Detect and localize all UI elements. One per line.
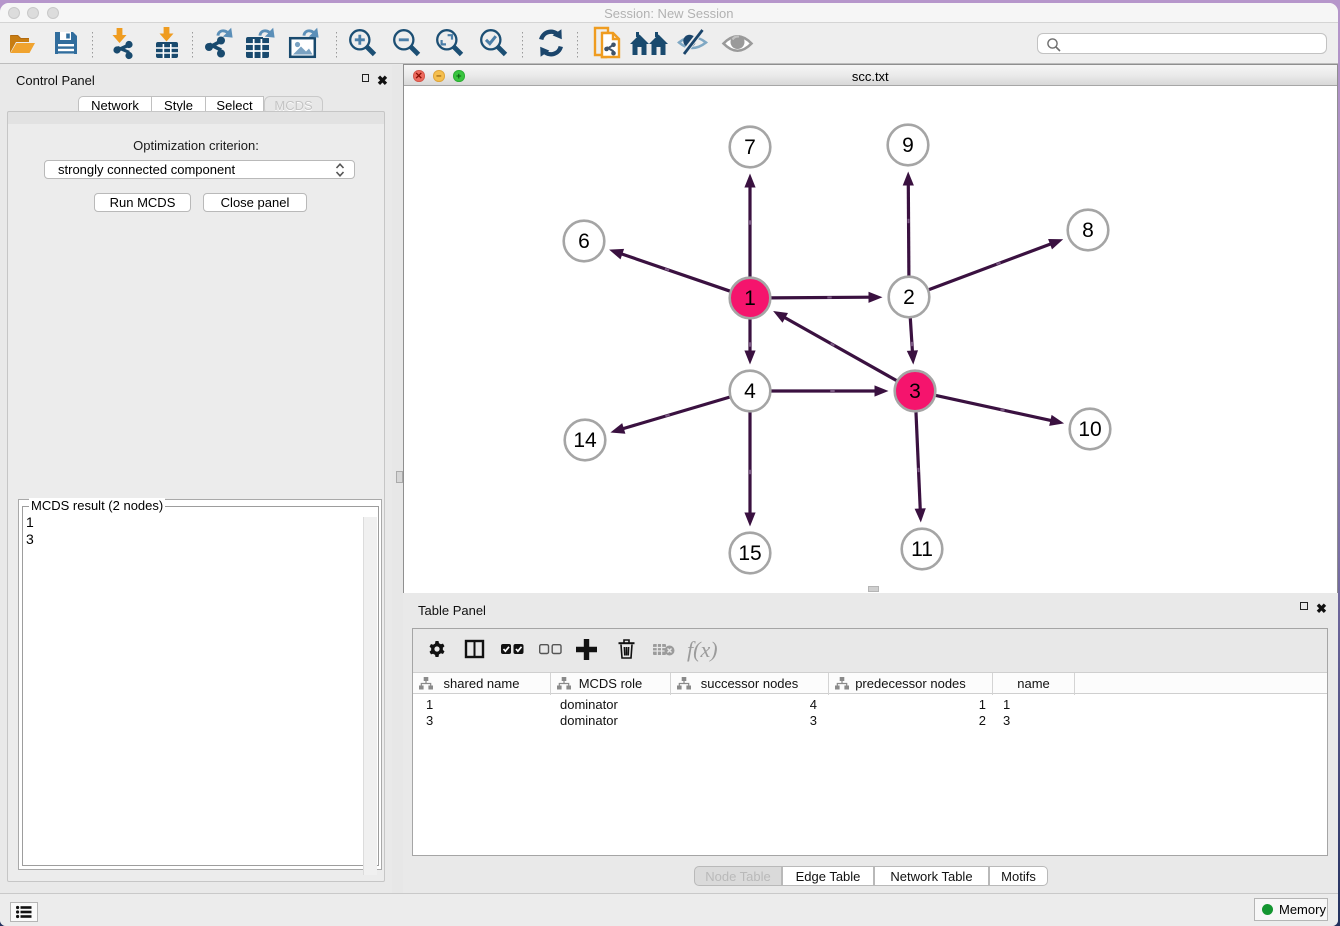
svg-text:10: 10 bbox=[1078, 418, 1101, 441]
svg-text:7: 7 bbox=[744, 136, 756, 159]
svg-text:1: 1 bbox=[744, 287, 756, 310]
svg-text:4: 4 bbox=[744, 380, 756, 403]
svg-text:8: 8 bbox=[1082, 219, 1094, 242]
svg-text:9: 9 bbox=[902, 134, 914, 157]
svg-text:6: 6 bbox=[578, 230, 590, 253]
svg-text:3: 3 bbox=[909, 380, 921, 403]
svg-text:11: 11 bbox=[911, 538, 933, 561]
svg-text:15: 15 bbox=[738, 542, 761, 565]
svg-text:14: 14 bbox=[573, 429, 597, 452]
svg-text:2: 2 bbox=[903, 286, 915, 309]
